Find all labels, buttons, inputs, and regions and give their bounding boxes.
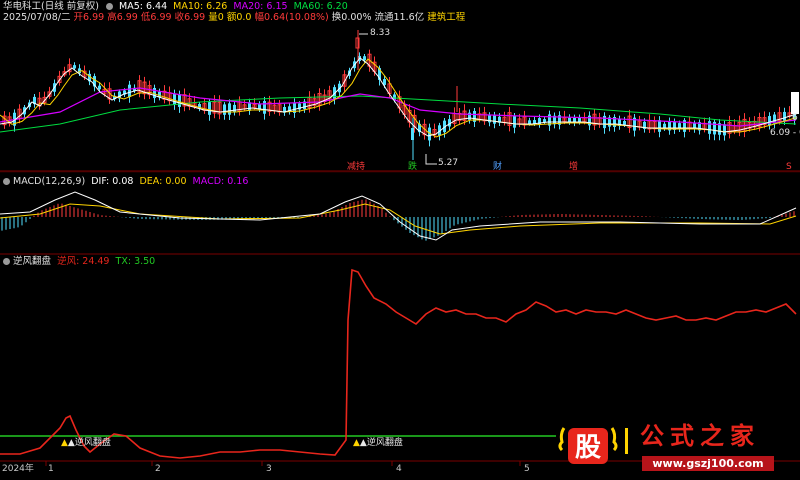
price-candle-down [98,85,101,90]
price-candle-down [493,114,496,124]
indicator-title[interactable]: 逆风翻盘 [13,256,51,267]
info-high: 高6.99 [107,12,138,23]
watermark-url[interactable]: www.gszj100.com [642,456,774,471]
price-candle-down [528,120,531,124]
macd-settings-dot-icon[interactable] [3,178,10,185]
price-candle-down [208,102,211,115]
price-candle-down [263,101,266,114]
stock-title[interactable]: 华电科工(日线 前复权) [3,1,99,12]
svg-text:股: 股 [575,433,601,463]
time-axis-label-2: 2 [155,464,161,474]
price-candle-down [708,121,711,134]
info-open: 开6.99 [73,12,105,23]
panel-separators [0,170,800,462]
event-marker-drop[interactable]: 跌 [408,162,417,173]
price-candle-down [178,94,181,107]
watermark-divider [625,428,628,454]
macd-title[interactable]: MACD(12,26,9) [13,176,85,187]
right-price-label: 6.09 - 6 [770,128,800,138]
indicator-settings-dot-icon[interactable] [3,258,10,265]
price-candle-down [783,111,786,121]
right-price-label-top: 6 [792,113,798,123]
price-panel[interactable] [0,30,799,165]
info-sector[interactable]: 建筑工程 [427,12,465,23]
time-axis [45,461,521,466]
nifeng-label: 逆风: 24.49 [57,256,110,267]
time-axis-label-5: 5 [524,464,530,474]
price-candle-down [658,120,661,132]
event-marker-reduce[interactable]: 减持 [347,162,365,173]
tx-label: TX: 3.50 [115,256,156,267]
ma5-label: MA5: 6.44 [119,1,168,12]
price-candle-down [543,119,546,123]
ma10-label: MA10: 6.26 [173,1,228,12]
event-marker-s[interactable]: S [786,162,792,173]
dif-line [0,191,797,241]
time-axis-label-3: 3 [266,464,272,474]
price-candle-down [578,117,581,123]
info-date: 2025/07/08/二 [3,12,71,23]
info-low: 低6.99 [140,12,172,23]
info-change: 幅0.64(10.08%) [254,12,329,23]
price-candle-down [223,104,226,115]
price-info-line: 2025/07/08/二 开6.99 高6.99 低6.99 收6.99 量0 … [3,12,465,23]
watermark-logo-icon: 股 [558,427,618,464]
signal-label-1: ▲▲逆风翻盘 [61,438,111,448]
settings-dot-icon[interactable] [105,3,113,10]
time-axis-label-year: 2024年 [2,464,34,474]
price-candle-down [363,56,366,61]
high-price-label: 8.33 [370,28,391,38]
price-header: 华电科工(日线 前复权) MA5: 6.44 MA10: 6.26 MA20: … [3,1,348,12]
price-candle-down [768,116,771,126]
stock-chart-canvas[interactable] [0,0,800,477]
price-candle-down [128,84,131,98]
price-candle-last [791,92,799,114]
macd-header: MACD(12,26,9) DIF: 0.08 DEA: 0.00 MACD: … [3,176,248,187]
signal-label-2: ▲▲逆风翻盘 [353,438,403,448]
price-candle-down [588,115,591,126]
price-candle-down [73,65,76,69]
macd-label: MACD: 0.16 [192,176,249,187]
time-axis-label-1: 1 [48,464,54,474]
indicator-header: 逆风翻盘 逆风: 24.49 TX: 3.50 [3,256,155,267]
event-marker-finance[interactable]: 财 [493,162,502,173]
low-price-label: 5.27 [438,158,459,168]
ma20-label: MA20: 6.15 [233,1,288,12]
info-float: 流通11.6亿 [374,12,425,23]
price-candle-down [411,128,414,140]
macd-panel[interactable] [0,191,797,241]
price-candle-down [623,121,626,125]
info-turnover: 换0.00% [331,12,372,23]
chart-stage: 华电科工(日线 前复权) MA5: 6.44 MA10: 6.26 MA20: … [0,0,800,477]
info-volume: 量0 [208,12,224,23]
event-marker-increase[interactable]: 增 [569,162,578,173]
price-candle-down [228,103,231,115]
price-candle-down [723,124,726,136]
price-candle-down [513,115,516,128]
info-close: 收6.99 [174,12,206,23]
time-axis-label-4: 4 [396,464,402,474]
low-pointer-line [425,154,437,165]
ma60-label: MA60: 6.20 [293,1,348,12]
watermark-brand: 公式之家 [640,421,760,450]
dea-label: DEA: 0.00 [139,176,187,187]
info-amount: 额0.0 [226,12,252,23]
price-candle-down [173,93,176,105]
dif-label: DIF: 0.08 [91,176,134,187]
